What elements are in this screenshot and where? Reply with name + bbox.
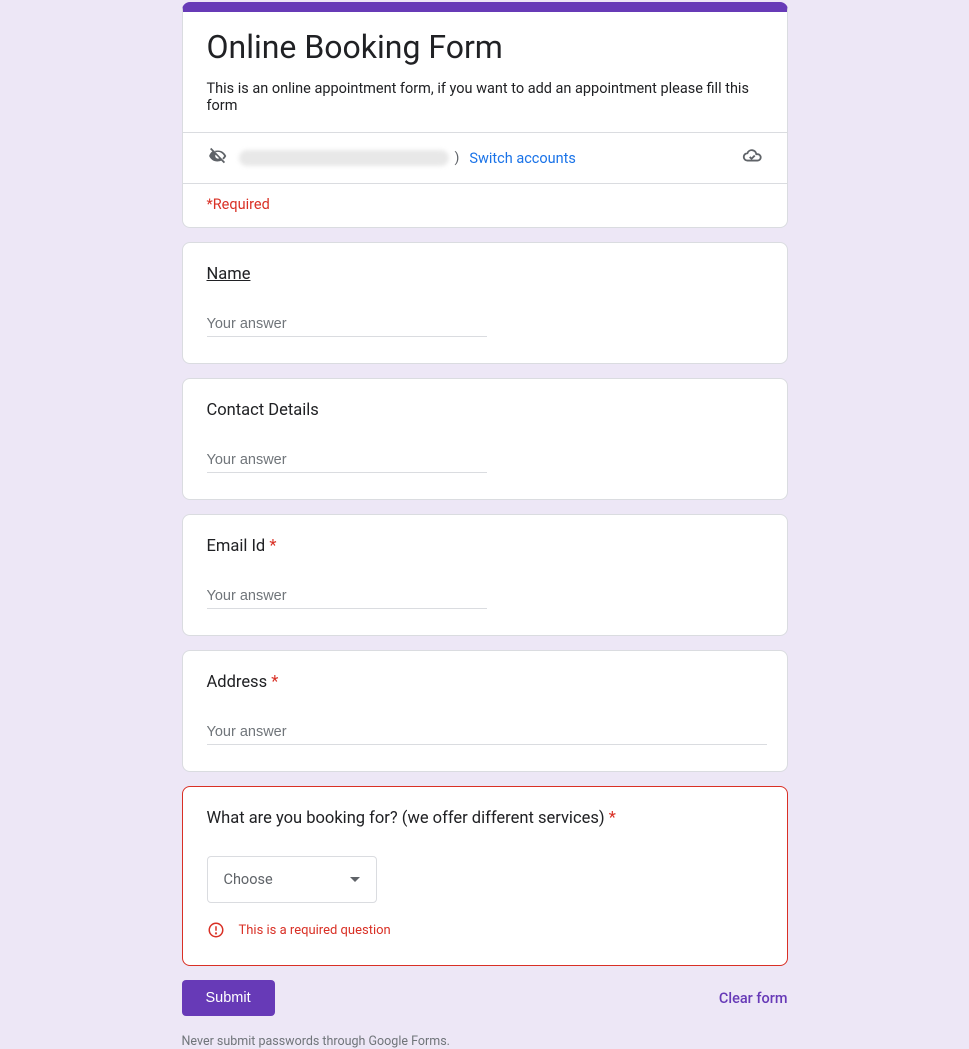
question-label-contact: Contact Details (207, 401, 763, 420)
form-footer: Submit Clear form (182, 980, 788, 1016)
question-label-email: Email Id * (207, 537, 763, 556)
question-label-service: What are you booking for? (we offer diff… (207, 809, 763, 828)
question-card-service: What are you booking for? (we offer diff… (182, 786, 788, 966)
alert-circle-icon (207, 921, 225, 939)
email-label-text: Email Id (207, 537, 266, 556)
question-label-address: Address * (207, 673, 763, 692)
required-star: * (269, 537, 276, 556)
question-card-contact: Contact Details (182, 378, 788, 500)
email-input[interactable] (207, 584, 487, 609)
switch-accounts-link[interactable]: Switch accounts (469, 150, 576, 167)
submit-button[interactable]: Submit (182, 980, 275, 1016)
question-label-name: Name (207, 265, 763, 284)
dropdown-selected: Choose (224, 871, 273, 888)
error-message-row: This is a required question (207, 921, 763, 939)
name-input[interactable] (207, 312, 487, 337)
service-label-text: What are you booking for? (we offer diff… (207, 809, 605, 828)
question-card-name: Name (182, 242, 788, 364)
contact-input[interactable] (207, 448, 487, 473)
address-label-text: Address (207, 673, 268, 692)
form-description: This is an online appointment form, if y… (207, 80, 763, 114)
chevron-down-icon (350, 877, 360, 882)
error-text: This is a required question (239, 923, 391, 938)
question-card-address: Address * (182, 650, 788, 772)
cloud-saved-icon (741, 145, 763, 171)
question-card-email: Email Id * (182, 514, 788, 636)
required-star: * (609, 809, 616, 828)
paren: ) (455, 150, 460, 166)
account-row: ) Switch accounts (183, 132, 787, 184)
service-dropdown[interactable]: Choose (207, 856, 377, 903)
password-disclaimer: Never submit passwords through Google Fo… (182, 1034, 788, 1049)
eye-off-icon (207, 145, 229, 171)
address-input[interactable] (207, 720, 767, 745)
clear-form-link[interactable]: Clear form (719, 990, 788, 1007)
required-star: * (271, 673, 278, 692)
required-indicator: *Required (207, 184, 763, 213)
form-title: Online Booking Form (207, 28, 763, 66)
form-header-card: Online Booking Form This is an online ap… (182, 2, 788, 228)
account-email-redacted (239, 150, 449, 166)
